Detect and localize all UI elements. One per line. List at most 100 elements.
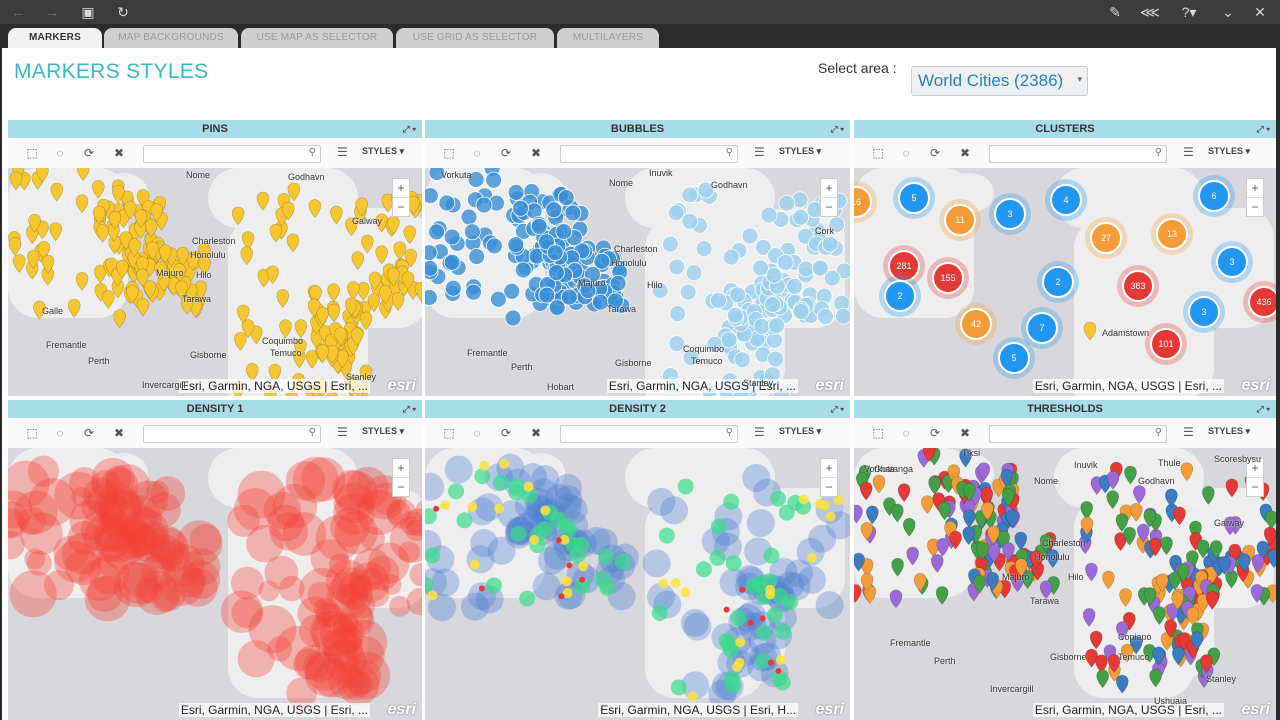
search-icon[interactable]: ⚲ <box>726 427 733 438</box>
layers-icon[interactable]: ☰ <box>337 145 348 159</box>
map-search-input[interactable]: ⚲ <box>989 145 1167 163</box>
search-icon[interactable]: ⚲ <box>1155 427 1162 438</box>
save-icon[interactable]: ▣ <box>78 2 98 22</box>
bubble-marker[interactable] <box>564 204 582 222</box>
map-pin-marker[interactable] <box>935 586 949 605</box>
area-select[interactable]: World Cities (2386) ▾ <box>911 66 1088 96</box>
zoom-out-button[interactable]: − <box>821 198 837 216</box>
zoom-out-button[interactable]: − <box>393 478 409 496</box>
bubble-marker[interactable] <box>438 194 456 212</box>
bubble-marker[interactable] <box>504 309 522 327</box>
map-view[interactable]: + − Esri, Garmin, NGA, USGS | Esri, ... … <box>854 448 1276 720</box>
zoom-out-button[interactable]: − <box>1247 198 1263 216</box>
styles-dropdown[interactable]: STYLES ▾ <box>362 426 404 437</box>
styles-dropdown[interactable]: STYLES ▾ <box>779 426 821 437</box>
bubble-marker[interactable] <box>425 187 439 204</box>
styles-dropdown[interactable]: STYLES ▾ <box>362 146 404 157</box>
bubble-marker[interactable] <box>729 286 747 304</box>
lasso-select-icon[interactable]: ⟳ <box>927 425 943 441</box>
bubble-marker[interactable] <box>460 208 478 226</box>
layers-icon[interactable]: ☰ <box>1183 145 1194 159</box>
zoom-out-button[interactable]: − <box>821 478 837 496</box>
zoom-out-button[interactable]: − <box>1247 478 1263 496</box>
map-view[interactable]: + − Esri, Garmin, NGA, USGS | Esri, H...… <box>425 448 850 720</box>
bubble-marker[interactable] <box>681 186 699 204</box>
share-icon[interactable]: ⋘ <box>1140 2 1160 22</box>
expand-icon[interactable]: ⤢ ▾ <box>1257 120 1270 138</box>
tab-use-grid-as-selector[interactable]: USE GRID AS SELECTOR <box>396 28 554 48</box>
circle-select-icon[interactable]: ◌ <box>469 145 485 161</box>
bubble-marker[interactable] <box>545 201 563 219</box>
bubble-marker[interactable] <box>538 286 556 304</box>
bubble-marker[interactable] <box>726 306 744 324</box>
bubble-marker[interactable] <box>489 290 507 308</box>
map-view[interactable]: + − Esri, Garmin, NGA, USGS | Esri, ... … <box>8 448 422 720</box>
expand-icon[interactable]: ⤢ ▾ <box>403 400 416 418</box>
bubble-marker[interactable] <box>468 248 486 265</box>
tab-map-backgrounds[interactable]: MAP BACKGROUNDS <box>104 28 238 48</box>
search-icon[interactable]: ⚲ <box>309 427 316 438</box>
layers-icon[interactable]: ☰ <box>754 145 765 159</box>
bubble-marker[interactable] <box>465 283 482 301</box>
bubble-marker[interactable] <box>753 318 771 335</box>
rectangle-select-icon[interactable]: ⬚ <box>870 145 886 161</box>
back-arrow-icon[interactable]: ← <box>8 2 28 22</box>
map-pin-marker[interactable] <box>136 297 150 317</box>
map-view[interactable]: + − Esri, Garmin, NGA, USGS | Esri, ... … <box>425 168 850 396</box>
bubble-marker[interactable] <box>514 261 532 279</box>
rectangle-select-icon[interactable]: ⬚ <box>441 145 457 161</box>
circle-select-icon[interactable]: ◌ <box>52 145 68 161</box>
clear-selection-icon[interactable]: ✖ <box>957 145 973 161</box>
zoom-in-button[interactable]: + <box>1247 179 1263 198</box>
map-search-input[interactable]: ⚲ <box>989 425 1167 443</box>
layers-icon[interactable]: ☰ <box>1183 425 1194 439</box>
bubble-marker[interactable] <box>792 303 810 321</box>
map-view[interactable]: + − Esri, Garmin, NGA, USGS | Esri, ... … <box>8 168 422 396</box>
bubble-marker[interactable] <box>733 351 751 369</box>
bubble-marker[interactable] <box>669 305 687 323</box>
zoom-out-button[interactable]: − <box>393 198 409 216</box>
circle-select-icon[interactable]: ◌ <box>898 425 914 441</box>
bubble-marker[interactable] <box>667 204 685 222</box>
bubble-marker[interactable] <box>443 228 461 246</box>
bubble-marker[interactable] <box>485 171 503 189</box>
zoom-in-button[interactable]: + <box>821 459 837 478</box>
map-pin-marker[interactable] <box>1014 531 1028 551</box>
bubble-marker[interactable] <box>557 189 575 206</box>
map-pin-marker[interactable] <box>854 584 862 603</box>
map-search-input[interactable]: ⚲ <box>143 145 321 163</box>
tab-use-map-as-selector[interactable]: USE MAP AS SELECTOR <box>241 28 393 48</box>
bubble-marker[interactable] <box>681 212 699 230</box>
lasso-select-icon[interactable]: ⟳ <box>498 145 514 161</box>
bubble-marker[interactable] <box>463 223 481 241</box>
bubble-marker[interactable] <box>679 283 697 301</box>
bubble-marker[interactable] <box>485 237 503 255</box>
clear-selection-icon[interactable]: ✖ <box>528 425 544 441</box>
clear-selection-icon[interactable]: ✖ <box>111 145 127 161</box>
styles-dropdown[interactable]: STYLES ▾ <box>1208 146 1250 157</box>
bubble-marker[interactable] <box>741 227 759 245</box>
tab-markers[interactable]: MARKERS <box>8 28 102 48</box>
zoom-in-button[interactable]: + <box>393 459 409 478</box>
bubble-marker[interactable] <box>760 206 778 224</box>
bubble-marker[interactable] <box>812 259 829 277</box>
bubble-marker[interactable] <box>786 277 804 295</box>
map-pin-marker[interactable] <box>889 589 903 609</box>
lasso-select-icon[interactable]: ⟳ <box>927 145 943 161</box>
bubble-marker[interactable] <box>512 199 529 217</box>
layers-icon[interactable]: ☰ <box>754 425 765 439</box>
expand-icon[interactable]: ⤢ ▾ <box>831 400 844 418</box>
bubble-marker[interactable] <box>685 264 703 282</box>
bubble-marker[interactable] <box>593 252 611 270</box>
bubble-marker[interactable] <box>555 223 573 240</box>
bubble-marker[interactable] <box>764 296 782 313</box>
rectangle-select-icon[interactable]: ⬚ <box>441 425 457 441</box>
help-icon[interactable]: ?▾ <box>1176 2 1202 22</box>
rectangle-select-icon[interactable]: ⬚ <box>24 425 40 441</box>
bubble-marker[interactable] <box>768 317 786 334</box>
refresh-icon[interactable]: ↻ <box>113 2 133 22</box>
bubble-marker[interactable] <box>767 350 784 368</box>
bubble-marker[interactable] <box>475 196 493 214</box>
search-icon[interactable]: ⚲ <box>726 147 733 158</box>
bubble-marker[interactable] <box>546 244 564 262</box>
